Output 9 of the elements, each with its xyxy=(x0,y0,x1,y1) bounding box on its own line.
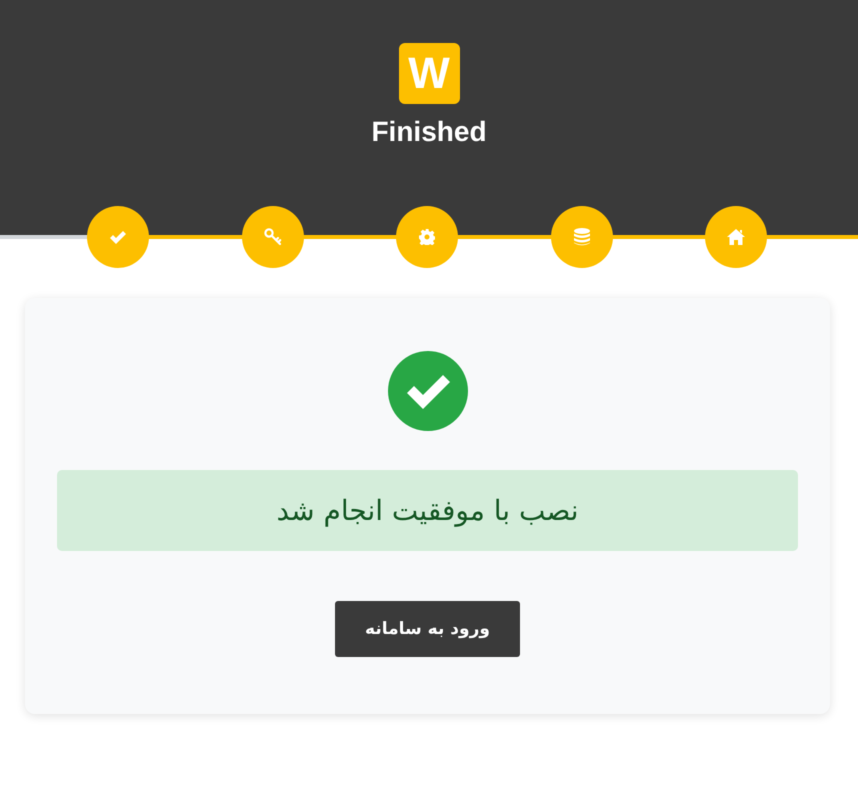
database-icon xyxy=(574,228,590,246)
home-icon xyxy=(727,229,745,245)
login-button[interactable]: ورود به سامانه xyxy=(335,601,520,657)
logo: W xyxy=(398,43,460,104)
success-message: نصب با موفقیت انجام شد xyxy=(57,470,798,551)
page-title: Finished xyxy=(371,115,487,149)
key-icon xyxy=(264,228,282,246)
check-icon xyxy=(110,230,126,244)
gear-icon xyxy=(419,229,435,245)
